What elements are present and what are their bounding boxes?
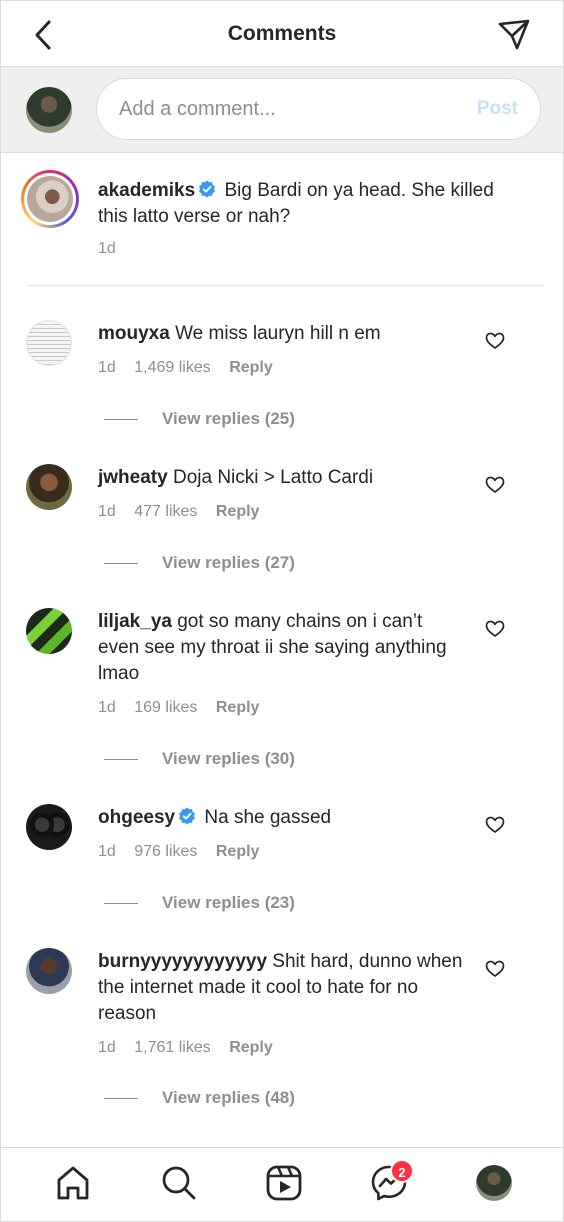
username[interactable]: ohgeesy [98,807,175,828]
comment-body: Doja Nicki > Latto Cardi [172,467,374,488]
comment-input-wrapper: Post [96,78,541,140]
comment-body: We miss lauryn hill n em [175,323,381,344]
comment-timestamp: 1d [98,699,116,716]
comment-composer: Post [1,67,563,153]
avatar[interactable] [26,804,72,850]
caption-timestamp: 1d [98,240,116,257]
comment-timestamp: 1d [98,1039,116,1056]
comment-meta: 1d 1,469 likes Reply [98,359,287,377]
view-replies-button[interactable]: View replies (30) [104,749,295,769]
nav-reels[interactable] [265,1164,303,1202]
heart-icon[interactable] [485,475,505,495]
comment-text: burnyyyyyyyyyyyy Shit hard, dunno when t… [98,949,468,1027]
like-count[interactable]: 1,469 likes [134,359,211,376]
like-count[interactable]: 169 likes [134,699,197,716]
post-caption: akademiks Big Bardi on ya head. She kill… [1,154,563,286]
avatar[interactable] [26,948,72,994]
reply-button[interactable]: Reply [216,503,260,520]
divider [27,285,545,286]
notification-badge: 2 [390,1159,414,1183]
avatar [27,176,73,222]
comment-meta: 1d 1,761 likes Reply [98,1039,287,1057]
like-count[interactable]: 1,761 likes [134,1039,211,1056]
like-count[interactable]: 477 likes [134,503,197,520]
caption-text: akademiks Big Bardi on ya head. She kill… [98,178,498,230]
divider [104,759,138,761]
header: Comments [1,1,563,67]
view-replies-button[interactable]: View replies (48) [104,1088,295,1108]
reply-button[interactable]: Reply [229,1039,273,1056]
page-title: Comments [227,22,337,45]
comment-timestamp: 1d [98,843,116,860]
story-ring[interactable] [21,170,79,228]
verified-badge-icon [199,180,216,198]
comment-text: jwheaty Doja Nicki > Latto Cardi [98,465,468,491]
comment-input[interactable] [119,79,439,139]
avatar [26,87,72,133]
view-replies-button[interactable]: View replies (23) [104,893,295,913]
like-count[interactable]: 976 likes [134,843,197,860]
comment-text: liljak_ya got so many chains on i can’t … [98,609,468,687]
avatar[interactable] [26,464,72,510]
username[interactable]: liljak_ya [98,611,172,632]
avatar[interactable] [26,320,72,366]
nav-profile[interactable] [476,1165,512,1201]
paper-plane-icon [498,19,530,50]
comment-timestamp: 1d [98,503,116,520]
comment-text: mouyxa We miss lauryn hill n em [98,321,468,347]
comment-timestamp: 1d [98,359,116,376]
reels-icon [266,1165,302,1201]
nav-search[interactable] [160,1164,198,1202]
comment-meta: 1d 976 likes Reply [98,843,273,861]
divider [104,1098,138,1100]
comments-screen: Comments Post akademiks Big Bardi on ya … [0,0,564,1222]
share-button[interactable] [497,18,531,52]
search-icon [162,1166,196,1200]
divider [104,563,138,565]
reply-button[interactable]: Reply [216,699,260,716]
comment-meta: 1d 477 likes Reply [98,503,273,521]
post-button[interactable]: Post [477,98,518,120]
heart-icon[interactable] [485,815,505,835]
view-replies-button[interactable]: View replies (27) [104,553,295,573]
reply-button[interactable]: Reply [216,843,260,860]
verified-badge-icon [179,807,196,825]
divider [104,903,138,905]
comment-body: Na she gassed [204,807,332,828]
username[interactable]: akademiks [98,180,195,201]
divider [104,419,138,421]
heart-icon[interactable] [485,331,505,351]
comment-text: ohgeesy Na she gassed [98,805,468,831]
heart-icon[interactable] [485,959,505,979]
avatar[interactable] [26,608,72,654]
comment-meta: 1d 169 likes Reply [98,699,273,717]
reply-button[interactable]: Reply [229,359,273,376]
heart-icon[interactable] [485,619,505,639]
username[interactable]: burnyyyyyyyyyyyy [98,951,267,972]
username[interactable]: jwheaty [98,467,168,488]
view-replies-button[interactable]: View replies (25) [104,409,295,429]
username[interactable]: mouyxa [98,323,170,344]
bottom-nav: 2 [1,1147,563,1221]
home-icon [57,1166,89,1200]
nav-home[interactable] [54,1164,92,1202]
